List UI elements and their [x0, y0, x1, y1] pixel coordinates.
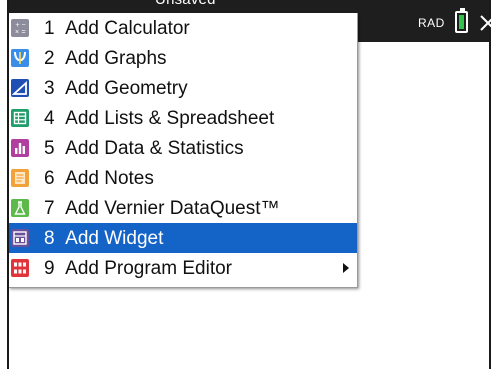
program-editor-icon [11, 259, 29, 277]
graphs-icon [11, 49, 29, 67]
menu-item-label: 2 Add Graphs [44, 48, 167, 69]
battery-level [459, 15, 464, 29]
menu-item-label: 4 Add Lists & Spreadsheet [44, 108, 275, 129]
menu-item-add-geometry[interactable]: 3 Add Geometry [9, 73, 357, 103]
widget-icon [11, 229, 29, 247]
menu-item-add-widget[interactable]: 8 Add Widget [9, 223, 357, 253]
angle-mode-indicator: RAD [418, 16, 445, 30]
menu-item-add-vernier-dataquest[interactable]: 7 Add Vernier DataQuest™ [9, 193, 357, 223]
document-title: *Unsaved [149, 0, 216, 8]
menu-item-add-notes[interactable]: 6 Add Notes [9, 163, 357, 193]
battery-icon [455, 8, 468, 33]
menu-item-add-data-statistics[interactable]: 5 Add Data & Statistics [9, 133, 357, 163]
menu-item-label: 9 Add Program Editor [44, 258, 232, 279]
svg-text:+: + [16, 22, 20, 29]
spreadsheet-icon [11, 109, 29, 127]
menu-item-label: 6 Add Notes [44, 168, 154, 189]
calculator-icon: + − × = [11, 19, 29, 37]
close-icon[interactable] [478, 13, 494, 33]
menu-item-label: 1 Add Calculator [44, 18, 190, 39]
window-right-edge [489, 0, 491, 369]
menu-item-add-program-editor[interactable]: 9 Add Program Editor [9, 253, 357, 283]
notes-icon [11, 169, 29, 187]
menu-item-add-calculator[interactable]: + − × = 1 Add Calculator [9, 13, 357, 43]
menu-item-label: 3 Add Geometry [44, 78, 188, 99]
menu-item-label: 7 Add Vernier DataQuest™ [44, 198, 280, 219]
svg-text:−: − [22, 22, 26, 29]
dataquest-icon [11, 199, 29, 217]
menu-item-label: 8 Add Widget [44, 228, 164, 249]
menu-item-add-graphs[interactable]: 2 Add Graphs [9, 43, 357, 73]
geometry-icon [11, 79, 29, 97]
menu-item-label: 5 Add Data & Statistics [44, 138, 244, 159]
menu-item-add-lists-spreadsheet[interactable]: 4 Add Lists & Spreadsheet [9, 103, 357, 133]
submenu-arrow-icon [343, 263, 349, 273]
svg-text:×: × [15, 29, 19, 36]
svg-text:=: = [22, 29, 26, 36]
insert-menu: + − × = 1 Add Calculator 2 Add Graphs 3 … [9, 13, 358, 288]
statistics-icon [11, 139, 29, 157]
